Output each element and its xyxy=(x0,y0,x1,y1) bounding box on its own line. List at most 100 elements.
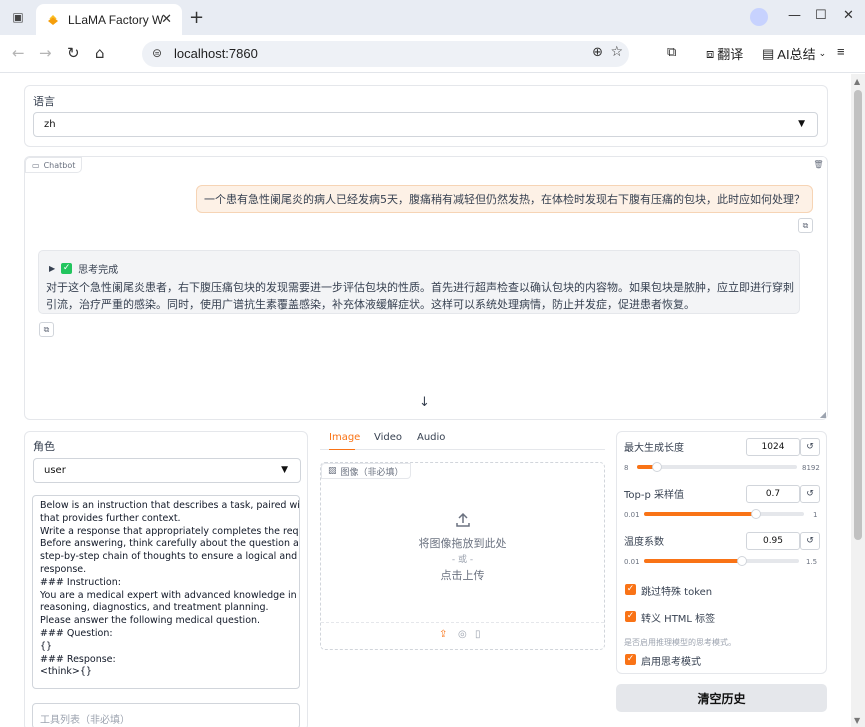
max-tokens-reset-icon[interactable]: ↺ xyxy=(800,438,820,456)
image-icon: ▨ xyxy=(328,466,337,476)
thinking-toggle[interactable]: ▶ ✓ 思考完成 xyxy=(49,261,118,276)
page-scrollbar[interactable]: ▲ ▼ xyxy=(851,74,865,727)
system-prompt-line: ### Response: xyxy=(40,653,116,665)
tab-video[interactable]: Video xyxy=(374,432,402,450)
url-text: localhost:7860 xyxy=(174,46,258,61)
bot-message-text: 对于这个急性阑尾炎患者，右下腹压痛包块的发现需要进一步评估包块的性质。首先进行超… xyxy=(46,281,794,311)
back-icon[interactable]: ← xyxy=(12,44,25,62)
top-p-label: Top-p 采样值 xyxy=(624,490,685,501)
minimize-icon[interactable]: — xyxy=(788,8,801,23)
clipboard-icon[interactable]: ▯ xyxy=(475,629,481,640)
reload-icon[interactable]: ↻ xyxy=(67,44,80,62)
llama-factory-favicon xyxy=(48,14,58,25)
scroll-up-arrow-icon[interactable]: ▲ xyxy=(854,77,860,86)
escape-html-label: 转义 HTML 标签 xyxy=(641,614,716,625)
top-p-slider-knob[interactable] xyxy=(750,509,761,519)
skip-special-checkbox[interactable]: ✓ xyxy=(625,584,636,595)
temperature-slider-fill xyxy=(644,559,742,563)
system-prompt-line: Below is an instruction that describes a… xyxy=(40,500,300,511)
zoom-icon[interactable]: ⊕ xyxy=(592,45,603,60)
browser-tab[interactable]: LLaMA Factory W ✕ xyxy=(36,4,182,35)
clear-history-button[interactable]: 清空历史 xyxy=(616,684,827,712)
chatbot-panel: ▭ Chatbot 🗑 一个患有急性阑尾炎的病人已经发病5天，腹痛稍有减轻但仍然… xyxy=(24,156,828,420)
top-p-input[interactable]: 0.7 xyxy=(746,485,800,503)
role-value: user xyxy=(44,465,66,476)
maximize-icon[interactable]: ☐ xyxy=(815,8,827,23)
image-upload-tag: ▨ 图像（非必填） xyxy=(321,463,411,479)
ai-summary-icon: ▤ xyxy=(762,45,775,61)
resize-handle-icon[interactable]: ◢ xyxy=(820,410,826,419)
system-prompt-line: response. xyxy=(40,563,87,575)
chevron-down-icon: ▼ xyxy=(798,119,805,129)
top-p-reset-icon[interactable]: ↺ xyxy=(800,485,820,503)
max-tokens-max: 8192 xyxy=(802,464,820,472)
translate-icon: ⧈ xyxy=(706,45,715,61)
chevron-down-icon: ▼ xyxy=(281,465,288,475)
language-label: 语言 xyxy=(33,95,55,108)
system-prompt-line: {} xyxy=(40,640,53,652)
address-bar[interactable]: ⊜ localhost:7860 ⊕ ☆ xyxy=(142,41,629,67)
scroll-down-icon[interactable]: ↓ xyxy=(419,395,430,410)
escape-html-checkbox[interactable]: ✓ xyxy=(625,611,636,622)
forward-icon[interactable]: → xyxy=(39,44,52,62)
tab-actions-icon[interactable]: ▣ xyxy=(8,8,28,26)
tab-audio[interactable]: Audio xyxy=(417,432,445,450)
image-upload-area[interactable]: ▨ 图像（非必填） 将图像拖放到此处 - 或 - 点击上传 ⇪ ◎ ▯ xyxy=(320,462,605,650)
tools-placeholder: 工具列表（非必填） xyxy=(40,715,130,726)
generation-params-panel: 最大生成长度 1024 ↺ 8 8192 Top-p 采样值 0.7 ↺ 0.0… xyxy=(616,431,827,674)
upload-small-icon[interactable]: ⇪ xyxy=(439,629,447,640)
max-tokens-slider-knob[interactable] xyxy=(651,462,662,472)
copy-user-message-icon[interactable]: ⧉ xyxy=(798,218,813,233)
ai-summary-label: AI总结 xyxy=(777,47,816,62)
ai-summary-button[interactable]: ▤ AI总结 ⌄ xyxy=(762,44,826,63)
profile-avatar[interactable] xyxy=(750,8,768,26)
language-select[interactable]: zh ▼ xyxy=(33,112,818,137)
tools-input[interactable]: 工具列表（非必填） xyxy=(32,703,300,727)
webcam-icon[interactable]: ◎ xyxy=(458,629,467,640)
max-tokens-input[interactable]: 1024 xyxy=(746,438,800,456)
temperature-min: 0.01 xyxy=(624,558,640,566)
temperature-input[interactable]: 0.95 xyxy=(746,532,800,550)
browser-tab-bar: ▣ LLaMA Factory W ✕ + — ☐ ✕ xyxy=(0,0,865,35)
user-message: 一个患有急性阑尾炎的病人已经发病5天，腹痛稍有减轻但仍然发热，在体检时发现右下腹… xyxy=(196,185,813,213)
system-prompt-line: <think>{} xyxy=(40,666,92,678)
system-prompt-textarea[interactable]: Below is an instruction that describes a… xyxy=(32,495,300,689)
system-prompt-line: ### Question: xyxy=(40,627,113,639)
extensions-icon[interactable]: ⧉ xyxy=(667,44,676,60)
browser-toolbar: ← → ↻ ⌂ ⊜ localhost:7860 ⊕ ☆ ⧉ ⧈ 翻译 ▤ AI… xyxy=(0,35,865,73)
upload-divider xyxy=(321,622,604,623)
role-select[interactable]: user ▼ xyxy=(33,458,301,483)
image-upload-label: 图像（非必填） xyxy=(340,467,404,478)
system-prompt-line: reasoning, diagnostics, and treatment pl… xyxy=(40,602,269,614)
role-label: 角色 xyxy=(33,440,55,453)
temperature-slider[interactable] xyxy=(644,556,799,566)
new-tab-icon[interactable]: + xyxy=(189,7,204,28)
max-tokens-slider[interactable] xyxy=(637,462,797,472)
site-info-icon[interactable]: ⊜ xyxy=(152,46,162,60)
scrollbar-thumb[interactable] xyxy=(854,90,862,540)
home-icon[interactable]: ⌂ xyxy=(95,44,105,62)
top-p-slider[interactable] xyxy=(644,509,804,519)
enable-thinking-checkbox[interactable]: ✓ xyxy=(625,654,636,665)
system-prompt-line: that provides further context. xyxy=(40,512,181,524)
translate-label: 翻译 xyxy=(717,47,744,62)
system-prompt-line: You are a medical expert with advanced k… xyxy=(40,589,299,601)
temperature-max: 1.5 xyxy=(806,558,818,566)
copy-bot-message-icon[interactable]: ⧉ xyxy=(39,322,54,337)
top-p-min: 0.01 xyxy=(624,511,640,519)
close-window-icon[interactable]: ✕ xyxy=(843,8,854,23)
temperature-slider-knob[interactable] xyxy=(736,556,747,566)
tab-image[interactable]: Image xyxy=(329,432,360,450)
menu-icon[interactable]: ≡ xyxy=(837,44,845,59)
bookmark-star-icon[interactable]: ☆ xyxy=(610,44,623,60)
upload-or-text: - 或 - xyxy=(451,555,474,565)
temperature-reset-icon[interactable]: ↺ xyxy=(800,532,820,550)
skip-special-label: 跳过特殊 token xyxy=(641,587,713,598)
scroll-down-arrow-icon[interactable]: ▼ xyxy=(854,716,860,725)
translate-button[interactable]: ⧈ 翻译 xyxy=(706,44,743,63)
thinking-hint: 是否启用推理模型的思考模式。 xyxy=(624,638,736,647)
upload-click-text: 点击上传 xyxy=(440,569,485,582)
system-prompt-line: step-by-step chain of thoughts to ensure… xyxy=(40,551,299,563)
trash-icon[interactable]: 🗑 xyxy=(811,157,826,172)
close-tab-icon[interactable]: ✕ xyxy=(161,12,172,27)
